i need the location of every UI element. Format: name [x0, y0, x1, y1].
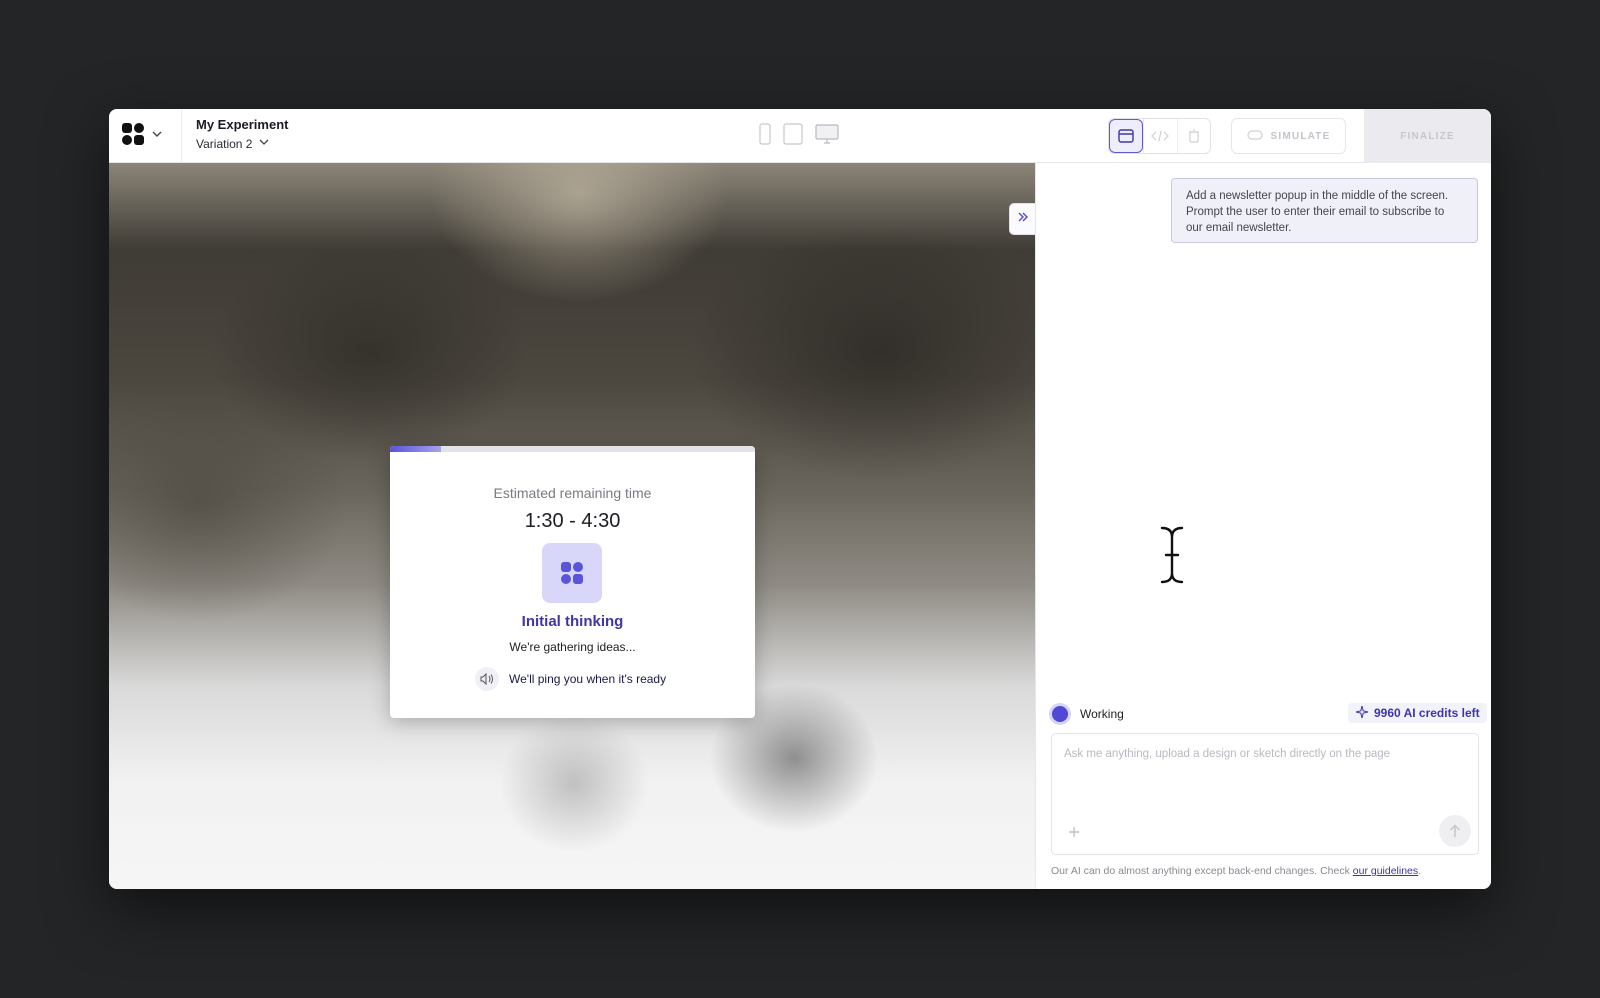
code-view-icon[interactable]: [1143, 119, 1176, 153]
progress-bar-fill: [390, 446, 442, 452]
estimate-time: 1:30 - 4:30: [524, 510, 621, 532]
disclaimer-text: Our AI can do almost anything except bac…: [1051, 865, 1421, 877]
user-message: Add a newsletter popup in the middle of …: [1171, 178, 1478, 243]
ai-chat-panel: Add a newsletter popup in the middle of …: [1035, 163, 1491, 889]
finalize-button[interactable]: FINALIZE: [1364, 109, 1491, 163]
disclaimer-end: .: [1418, 865, 1422, 877]
add-attachment-button[interactable]: [1064, 822, 1084, 842]
credits-badge[interactable]: 9960 AI credits left: [1348, 703, 1487, 723]
notify-text: We'll ping you when it's ready: [509, 672, 667, 686]
estimate-label: Estimated remaining time: [493, 485, 652, 501]
phase-subtitle: We're gathering ideas...: [509, 640, 636, 654]
phase-title: Initial thinking: [521, 613, 624, 630]
variation-selector[interactable]: Variation 2: [196, 136, 270, 151]
desktop-icon[interactable]: [815, 123, 839, 145]
app-logo-icon: [121, 122, 145, 151]
top-bar: My Experiment Variation 2 SIMULATE FINAL…: [109, 109, 1491, 163]
speaker-icon: [475, 667, 499, 691]
simulate-icon: [1246, 129, 1263, 143]
agent-status: Working: [1052, 706, 1124, 722]
simulate-button[interactable]: SIMULATE: [1231, 118, 1346, 154]
page-preview[interactable]: Estimated remaining time 1:30 - 4:30 Ini…: [109, 163, 1035, 889]
chevron-down-icon: [151, 127, 163, 145]
collapse-panel-button[interactable]: [1009, 203, 1035, 235]
progress-card: Estimated remaining time 1:30 - 4:30 Ini…: [390, 446, 755, 718]
ai-logo-icon: [542, 543, 602, 603]
mobile-icon[interactable]: [759, 123, 771, 145]
view-mode-toggle: [1108, 118, 1211, 154]
trash-icon[interactable]: [1176, 119, 1210, 153]
double-chevron-right-icon: [1016, 210, 1030, 229]
chat-input-placeholder: Ask me anything, upload a design or sket…: [1064, 748, 1391, 760]
credits-text: 9960 AI credits left: [1374, 706, 1480, 720]
preview-background: [499, 713, 649, 853]
device-switcher: [759, 123, 839, 145]
status-indicator-icon: [1052, 706, 1068, 722]
preview-background: [689, 223, 1035, 483]
experiment-title: My Experiment: [196, 117, 289, 132]
text-cursor-icon: [1156, 525, 1188, 590]
variation-label: Variation 2: [196, 136, 253, 151]
sparkle-icon: [1355, 705, 1369, 722]
guidelines-link[interactable]: our guidelines: [1353, 865, 1418, 877]
chat-input-box[interactable]: Ask me anything, upload a design or sket…: [1051, 733, 1479, 855]
browser-view-icon[interactable]: [1109, 119, 1144, 153]
header-divider: [181, 109, 182, 163]
progress-bar: [390, 446, 755, 452]
simulate-label: SIMULATE: [1270, 130, 1331, 142]
send-button[interactable]: [1439, 815, 1471, 847]
notify-row: We'll ping you when it's ready: [475, 667, 666, 691]
app-window: My Experiment Variation 2 SIMULATE FINAL…: [109, 109, 1491, 889]
chevron-down-icon: [258, 136, 270, 151]
disclaimer-body: Our AI can do almost anything except bac…: [1051, 865, 1353, 877]
status-text: Working: [1080, 707, 1124, 721]
workspace-menu-button[interactable]: [121, 121, 171, 151]
tablet-icon[interactable]: [783, 123, 803, 145]
